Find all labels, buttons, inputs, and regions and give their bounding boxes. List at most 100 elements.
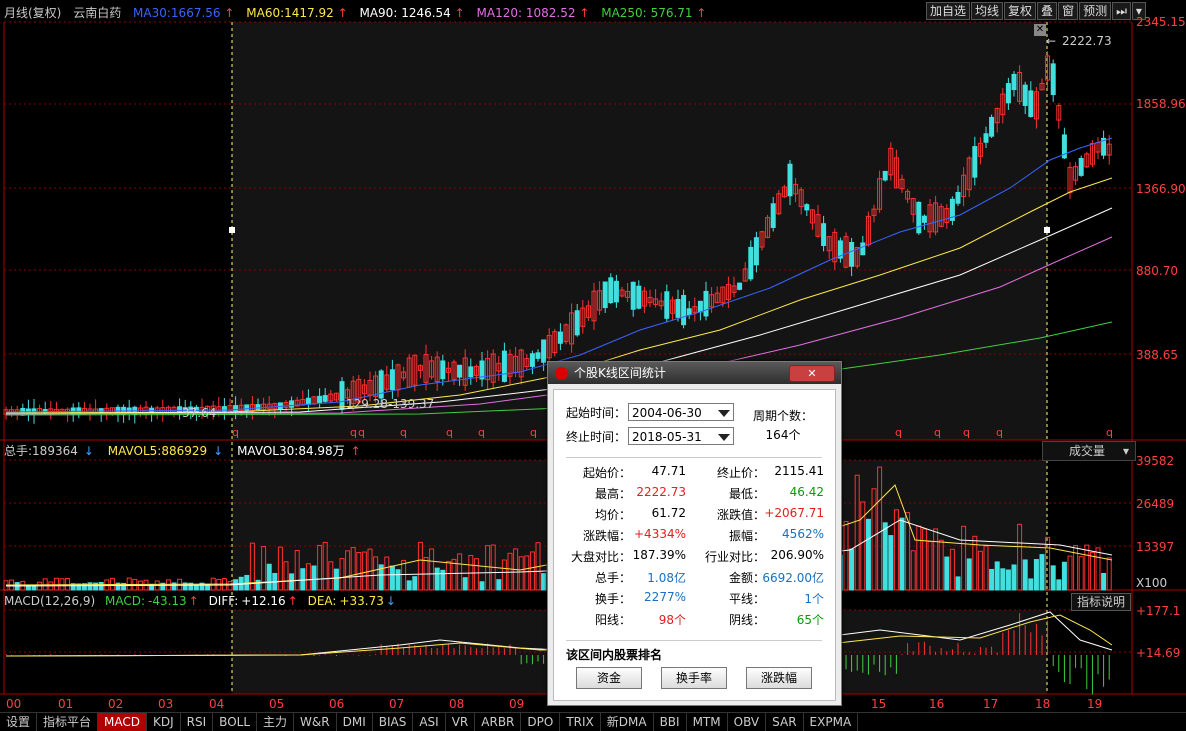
macd-header: MACD(12,26,9) MACD: -43.13 ↑ DIFF: +12.16 ↑ … xyxy=(4,594,396,608)
candle-body xyxy=(1028,90,1034,117)
indicator-tab[interactable]: EXPMA xyxy=(804,713,859,731)
volume-bar xyxy=(944,556,950,591)
indicator-tab[interactable]: DMI xyxy=(337,713,373,731)
volume-bar xyxy=(53,577,59,591)
ma30-legend: MA30:1667.56 ↑ xyxy=(133,6,235,20)
price-axis-label: 388.65 xyxy=(1136,348,1178,362)
candle-body xyxy=(529,353,535,367)
volume-bar xyxy=(1061,561,1067,591)
indicator-tab[interactable]: BOLL xyxy=(213,713,258,731)
diff-value: +12.16 xyxy=(241,594,286,608)
indicator-tab[interactable]: TRIX xyxy=(560,713,601,731)
indicator-tab[interactable]: RSI xyxy=(181,713,214,731)
chevron-down-icon xyxy=(718,434,730,441)
indicator-tab[interactable]: MACD xyxy=(98,713,148,731)
volume-bar xyxy=(1000,568,1006,591)
dialog-body: 起始时间： 2004-06-30 终止时间： 2018-05-31 周期个数： … xyxy=(553,389,836,701)
x-axis-label: 17 xyxy=(983,697,999,711)
indicator-tab[interactable]: 指标平台 xyxy=(37,713,99,731)
stat-value: 61.72 xyxy=(651,506,686,520)
close-chart-icon[interactable]: ✕ xyxy=(1034,24,1046,36)
chevron-down-icon xyxy=(718,410,730,417)
macd-value: -43.13 xyxy=(147,594,187,608)
x-axis-label: 05 xyxy=(269,697,285,711)
close-icon[interactable]: ✕ xyxy=(789,365,835,382)
indicator-tab[interactable]: MTM xyxy=(687,713,728,731)
price-axis-label: 880.70 xyxy=(1136,264,1178,278)
add-watchlist-button[interactable]: 加自选 xyxy=(926,2,971,20)
indicator-tab[interactable]: 新DMA xyxy=(601,713,654,731)
indicator-tab[interactable]: 主力 xyxy=(257,713,295,731)
rank-label: 该区间内股票排名 xyxy=(566,648,663,662)
start-time-select[interactable]: 2004-06-30 xyxy=(628,403,734,421)
adjust-price-button[interactable]: 复权 xyxy=(1004,2,1037,20)
candle-body xyxy=(322,395,328,402)
volume-bar xyxy=(496,579,502,591)
candle-body xyxy=(339,381,345,410)
indicator-tab[interactable]: ASI xyxy=(413,713,446,731)
indicator-tab[interactable]: VR xyxy=(446,713,476,731)
candle-body xyxy=(389,369,395,391)
x-axis-label: 03 xyxy=(158,697,174,711)
indicator-tab[interactable]: DPO xyxy=(521,713,561,731)
range-handle xyxy=(1044,227,1050,233)
overlay-button[interactable]: 叠 xyxy=(1037,2,1058,20)
stat-value: 46.42 xyxy=(789,485,824,499)
indicator-tab[interactable]: BBI xyxy=(654,713,687,731)
chart-header: 月线(复权) 云南白药 MA30:1667.56 ↑ MA60:1417.92 … xyxy=(4,4,714,20)
dialog-titlebar[interactable]: 个股K线区间统计 ✕ xyxy=(548,362,841,384)
x-axis-label: 06 xyxy=(329,697,345,711)
mavol30-label: MAVOL30: xyxy=(237,444,299,458)
volume-bar xyxy=(966,558,972,591)
arrow-left-icon: ← xyxy=(1046,34,1057,48)
candle-body xyxy=(305,397,311,405)
volume-bar xyxy=(289,573,295,591)
ma250-legend: MA250: 576.71 ↑ xyxy=(601,6,707,20)
candle-body xyxy=(613,280,619,303)
candle-body xyxy=(681,294,687,326)
ma-line-button[interactable]: 均线 xyxy=(971,2,1004,20)
dea-label: DEA: xyxy=(307,594,337,608)
volume-bar xyxy=(1067,555,1073,591)
candle-body xyxy=(983,133,989,143)
x-axis-label: 09 xyxy=(509,697,525,711)
volume-bar xyxy=(955,576,961,591)
volume-bar xyxy=(412,576,418,591)
divider xyxy=(566,640,822,641)
end-time-select[interactable]: 2018-05-31 xyxy=(628,427,734,445)
candle-body xyxy=(244,404,250,411)
rank-fund-button[interactable]: 资金 xyxy=(576,667,642,689)
gap-marker: q xyxy=(895,426,902,439)
stat-value: +4334% xyxy=(634,527,686,541)
volume-bar xyxy=(1056,579,1062,591)
candle-body xyxy=(289,400,295,408)
candle-body xyxy=(686,308,692,316)
end-time-label: 终止时间： xyxy=(566,430,627,444)
indicator-explain-button[interactable]: 指标说明 xyxy=(1071,593,1131,611)
rank-change-button[interactable]: 涨跌幅 xyxy=(746,667,812,689)
predict-button[interactable]: 预测 xyxy=(1079,2,1112,20)
gap-marker: q xyxy=(446,426,453,439)
indicator-tab[interactable]: BIAS xyxy=(373,713,414,731)
volume-bar xyxy=(395,569,401,591)
rank-turnover-button[interactable]: 换手率 xyxy=(661,667,727,689)
stat-value: 47.71 xyxy=(651,464,686,478)
indicator-tab[interactable]: W&R xyxy=(294,713,337,731)
volume-bar xyxy=(899,517,905,591)
skip-end-icon[interactable]: ⏭ xyxy=(1112,2,1131,20)
window-button[interactable]: 窗 xyxy=(1058,2,1079,20)
indicator-select[interactable]: 成交量 ▾ xyxy=(1042,441,1136,461)
stat-value: 6692.00亿 xyxy=(762,571,824,585)
volume-bar xyxy=(266,563,272,591)
indicator-tab[interactable]: SAR xyxy=(766,713,804,731)
candle-body xyxy=(317,395,323,403)
dea-value: +33.73 xyxy=(339,594,384,608)
indicator-tab[interactable]: 设置 xyxy=(0,713,38,731)
volume-bar xyxy=(994,561,1000,591)
volume-bar xyxy=(1089,551,1095,591)
indicator-tab[interactable]: ARBR xyxy=(475,713,522,731)
volume-bar xyxy=(989,568,995,591)
indicator-tab[interactable]: KDJ xyxy=(147,713,181,731)
indicator-tab[interactable]: OBV xyxy=(728,713,767,731)
candle-body xyxy=(1078,157,1084,176)
